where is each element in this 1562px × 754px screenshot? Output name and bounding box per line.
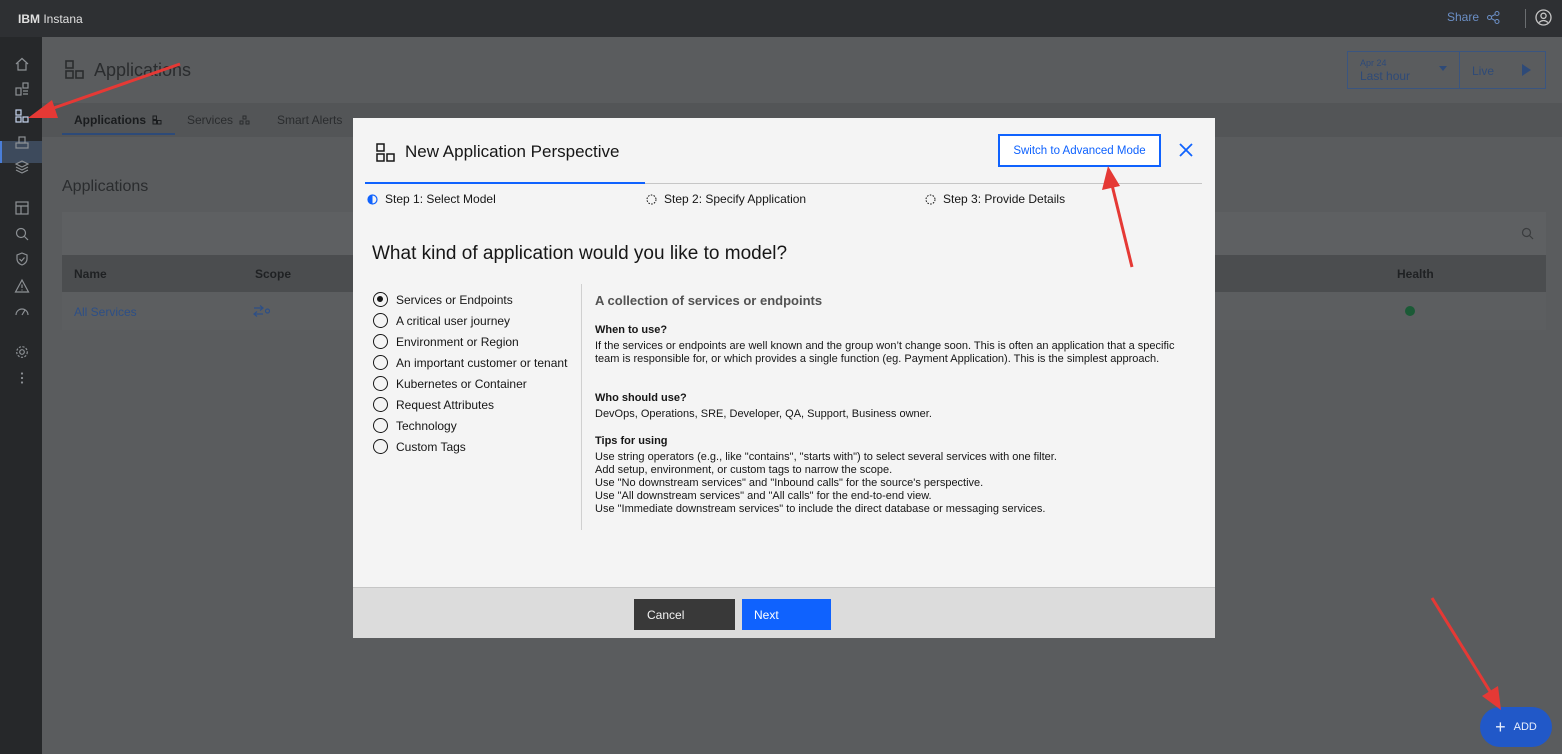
option-kubernetes-or-container[interactable]: Kubernetes or Container bbox=[373, 376, 527, 391]
websites-icon[interactable] bbox=[14, 81, 30, 97]
platforms-icon[interactable] bbox=[14, 159, 30, 175]
chevron-down-icon bbox=[1439, 66, 1447, 71]
step-current-icon bbox=[367, 193, 378, 205]
gear-icon[interactable] bbox=[14, 344, 30, 360]
applications-icon[interactable] bbox=[14, 108, 30, 124]
home-icon[interactable] bbox=[14, 56, 30, 72]
tip-item: Use "Immediate downstream services" to i… bbox=[595, 503, 1046, 515]
top-divider bbox=[1525, 9, 1526, 28]
radio-button[interactable] bbox=[373, 397, 388, 412]
option-custom-tags[interactable]: Custom Tags bbox=[373, 439, 466, 454]
radio-button[interactable] bbox=[373, 292, 388, 307]
when-heading: When to use? bbox=[595, 324, 668, 336]
search-icon[interactable] bbox=[1521, 227, 1534, 240]
infrastructure-icon[interactable] bbox=[14, 134, 30, 150]
tab-underline bbox=[62, 133, 175, 135]
tab-smart-alerts[interactable]: Smart Alerts bbox=[277, 113, 342, 127]
add-button[interactable]: + ADD bbox=[1480, 707, 1552, 747]
who-heading: Who should use? bbox=[595, 392, 687, 404]
radio-button[interactable] bbox=[373, 334, 388, 349]
progress-active bbox=[365, 182, 645, 184]
step-1[interactable]: Step 1: Select Model bbox=[367, 192, 496, 206]
left-nav bbox=[0, 37, 42, 754]
time-picker[interactable]: Apr 24 Last hour bbox=[1347, 51, 1460, 89]
services-icon bbox=[239, 115, 250, 125]
security-icon[interactable] bbox=[14, 251, 30, 267]
option-request-attributes[interactable]: Request Attributes bbox=[373, 397, 494, 412]
option-services-or-endpoints[interactable]: Services or Endpoints bbox=[373, 292, 513, 307]
dashboards-icon[interactable] bbox=[14, 200, 30, 216]
applications-icon bbox=[65, 60, 84, 79]
tip-item: Use string operators (e.g., like "contai… bbox=[595, 451, 1057, 463]
description-title: A collection of services or endpoints bbox=[595, 293, 823, 308]
tab-applications[interactable]: Applications bbox=[74, 113, 162, 127]
analytics-icon[interactable] bbox=[14, 226, 30, 242]
radio-button[interactable] bbox=[373, 376, 388, 391]
scope-icon bbox=[253, 305, 271, 317]
top-bar: IBM Instana Share bbox=[0, 0, 1562, 37]
when-text: If the services or endpoints are well kn… bbox=[595, 340, 1175, 365]
applications-icon bbox=[376, 143, 395, 162]
play-icon bbox=[1522, 64, 1531, 76]
switch-advanced-mode-button[interactable]: Switch to Advanced Mode bbox=[998, 134, 1161, 167]
plus-icon: + bbox=[1495, 716, 1506, 737]
vertical-divider bbox=[581, 284, 582, 530]
live-label: Live bbox=[1472, 64, 1495, 78]
modal-footer: Cancel Next bbox=[353, 587, 1215, 638]
step-incomplete-icon bbox=[925, 194, 936, 204]
option-technology[interactable]: Technology bbox=[373, 418, 457, 433]
applications-icon bbox=[152, 115, 162, 125]
option-customer-or-tenant[interactable]: An important customer or tenant bbox=[373, 355, 567, 370]
time-range: Last hour bbox=[1360, 69, 1411, 83]
share-label: Share bbox=[1446, 10, 1479, 24]
option-critical-user-journey[interactable]: A critical user journey bbox=[373, 313, 510, 328]
tip-item: Use "All downstream services" and "All c… bbox=[595, 490, 932, 502]
tip-item: Use "No downstream services" and "Inboun… bbox=[595, 477, 984, 489]
alert-icon[interactable] bbox=[14, 278, 30, 294]
new-application-modal: New Application Perspective Switch to Ad… bbox=[353, 118, 1215, 638]
step-incomplete-icon bbox=[646, 194, 657, 204]
share-button[interactable]: Share bbox=[1447, 10, 1500, 24]
step-2[interactable]: Step 2: Specify Application bbox=[646, 192, 806, 206]
section-title: Applications bbox=[62, 178, 149, 195]
radio-button[interactable] bbox=[373, 418, 388, 433]
radio-button[interactable] bbox=[373, 439, 388, 454]
cancel-button[interactable]: Cancel bbox=[634, 599, 735, 630]
application-link[interactable]: All Services bbox=[74, 305, 137, 319]
share-icon bbox=[1487, 10, 1500, 24]
tab-services[interactable]: Services bbox=[187, 113, 250, 127]
column-header-name[interactable]: Name bbox=[74, 267, 107, 281]
more-icon[interactable] bbox=[14, 370, 30, 386]
time-date: Apr 24 bbox=[1360, 58, 1387, 68]
column-header-scope[interactable]: Scope bbox=[255, 267, 291, 281]
tips-heading: Tips for using bbox=[595, 435, 668, 447]
radio-button[interactable] bbox=[373, 313, 388, 328]
modal-title: New Application Perspective bbox=[405, 142, 620, 161]
user-icon[interactable] bbox=[1535, 9, 1552, 26]
model-question: What kind of application would you like … bbox=[372, 243, 788, 264]
live-button[interactable]: Live bbox=[1460, 51, 1546, 89]
speedometer-icon[interactable] bbox=[14, 303, 30, 319]
page-title: Applications bbox=[64, 59, 191, 81]
step-3[interactable]: Step 3: Provide Details bbox=[925, 192, 1065, 206]
tip-item: Add setup, environment, or custom tags t… bbox=[595, 464, 893, 476]
next-button[interactable]: Next bbox=[742, 599, 831, 630]
option-environment-or-region[interactable]: Environment or Region bbox=[373, 334, 519, 349]
radio-button[interactable] bbox=[373, 355, 388, 370]
who-text: DevOps, Operations, SRE, Developer, QA, … bbox=[595, 408, 932, 420]
close-icon[interactable] bbox=[1178, 142, 1194, 158]
health-status-icon bbox=[1405, 306, 1415, 316]
column-header-health[interactable]: Health bbox=[1397, 267, 1434, 281]
brand-logo[interactable]: IBM Instana bbox=[18, 12, 83, 26]
